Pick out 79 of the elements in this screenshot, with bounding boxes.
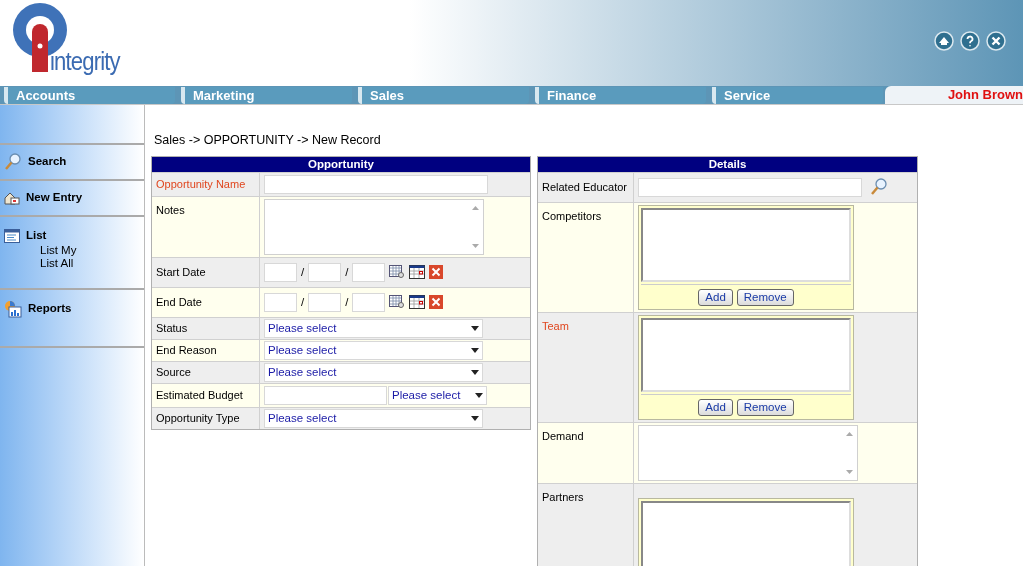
sidebar-subitem[interactable]: List My: [40, 244, 77, 257]
user-name: John Brown: [947, 87, 1023, 102]
text-field[interactable]: [638, 177, 862, 197]
textarea-field[interactable]: [638, 424, 858, 481]
select-field[interactable]: Please select: [264, 408, 483, 428]
field-label: Opportunity Name: [156, 177, 246, 192]
field-label: End Reason: [156, 343, 217, 358]
text-field[interactable]: [264, 174, 488, 194]
field-label: Partners: [542, 490, 584, 503]
date-separator: /: [345, 294, 349, 310]
day-field[interactable]: [264, 262, 297, 282]
dropdown-caret-icon: [471, 415, 479, 421]
select-value: Please select: [392, 387, 461, 403]
field-label: Competitors: [542, 209, 602, 222]
textarea-field[interactable]: [264, 198, 484, 255]
month-field[interactable]: [308, 262, 342, 282]
year-field[interactable]: [352, 262, 386, 282]
scroll-down-icon[interactable]: [472, 243, 479, 248]
select-field[interactable]: Please select: [264, 340, 483, 360]
date-separator: /: [345, 264, 349, 280]
sidebar-item[interactable]: Search: [28, 153, 67, 171]
month-field[interactable]: [308, 292, 342, 312]
clear-icon[interactable]: [429, 265, 444, 280]
section-title: Opportunity: [152, 156, 530, 172]
field-label: Notes: [156, 203, 185, 216]
budget-field[interactable]: [264, 385, 387, 405]
select-value: Please select: [268, 364, 337, 380]
house-icon: [4, 190, 20, 205]
select-value: Please select: [268, 320, 337, 336]
sidebar-subitem[interactable]: List All: [40, 257, 74, 270]
date-separator: /: [301, 294, 305, 310]
field-label: Demand: [542, 429, 584, 442]
sidebar-item[interactable]: List: [26, 227, 47, 245]
field-label: Source: [156, 365, 191, 380]
date-separator: /: [301, 264, 305, 280]
field-label: Team: [542, 319, 569, 332]
magnifier-icon: [4, 153, 22, 171]
scroll-down-icon[interactable]: [846, 469, 853, 474]
dropdown-caret-icon: [475, 392, 483, 398]
field-label: Opportunity Type: [156, 411, 240, 426]
field-label: Start Date: [156, 265, 206, 280]
list-action-button[interactable]: Add: [698, 398, 733, 416]
select-field[interactable]: Please select: [388, 385, 487, 405]
close-icon[interactable]: [986, 31, 1006, 51]
calendar-icon[interactable]: [409, 295, 426, 310]
chart-icon: [4, 300, 22, 318]
home-icon[interactable]: [934, 31, 954, 51]
scroll-up-icon[interactable]: [472, 205, 479, 210]
scroll-up-icon[interactable]: [846, 431, 853, 436]
listbox-field[interactable]: [641, 317, 851, 392]
field-label: Estimated Budget: [156, 388, 243, 403]
logo-text: integrity: [50, 48, 120, 74]
list-action-button[interactable]: Remove: [736, 398, 794, 416]
calendar-search-icon[interactable]: [389, 265, 406, 280]
select-value: Please select: [268, 410, 337, 426]
calendar-search-icon[interactable]: [389, 295, 406, 310]
dropdown-caret-icon: [471, 369, 479, 375]
sidebar-item[interactable]: Reports: [28, 300, 72, 318]
day-field[interactable]: [264, 292, 297, 312]
section-title: Details: [538, 156, 917, 172]
field-label: Related Educator: [542, 180, 627, 195]
year-field[interactable]: [352, 292, 386, 312]
select-field[interactable]: Please select: [264, 318, 483, 338]
listbox-field[interactable]: [641, 207, 851, 282]
breadcrumb: Sales -> OPPORTUNITY -> New Record: [153, 132, 382, 149]
select-value: Please select: [268, 342, 337, 358]
search-icon[interactable]: [870, 178, 888, 197]
dropdown-caret-icon: [471, 347, 479, 353]
clear-icon[interactable]: [429, 295, 444, 310]
list-action-button[interactable]: Add: [698, 288, 733, 306]
help-icon[interactable]: [960, 31, 980, 51]
field-label: End Date: [156, 295, 202, 310]
sidebar-item[interactable]: New Entry: [26, 189, 83, 207]
calendar-icon[interactable]: [409, 265, 426, 280]
select-field[interactable]: Please select: [264, 362, 483, 382]
list-window-icon: [4, 228, 20, 243]
field-label: Status: [156, 321, 188, 336]
dropdown-caret-icon: [471, 325, 479, 331]
list-action-button[interactable]: Remove: [736, 288, 794, 306]
